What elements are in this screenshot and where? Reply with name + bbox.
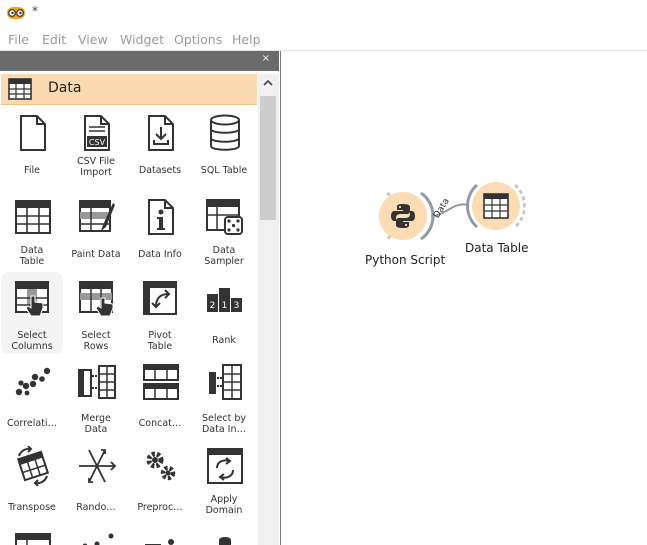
widget-preprocess[interactable]: Preproc… — [129, 440, 191, 522]
menu-edit[interactable]: Edit — [42, 32, 66, 47]
sampler-icon — [206, 199, 243, 235]
widget-sql-table[interactable]: SQL Table — [193, 107, 255, 189]
widget-label: Select by Data In… — [201, 413, 247, 435]
menu-help[interactable]: Help — [232, 32, 261, 47]
menu-widget[interactable]: Widget — [120, 32, 164, 47]
svg-text:3: 3 — [234, 301, 240, 311]
svg-text:CSV: CSV — [89, 138, 106, 147]
app-logo-icon — [7, 7, 25, 19]
python-script-node-label[interactable]: Python Script — [365, 253, 445, 267]
menu-options[interactable]: Options — [174, 32, 222, 47]
scrollbar-thumb[interactable] — [260, 96, 276, 220]
window-title: * — [32, 4, 38, 18]
widget-label: Paint Data — [71, 249, 121, 260]
transpose-icon — [16, 446, 50, 486]
widget-select-columns[interactable]: Select Columns — [1, 272, 63, 354]
widget-datasets[interactable]: Datasets — [129, 107, 191, 189]
randomize-icon — [79, 449, 117, 483]
merge-data-icon — [78, 365, 116, 399]
widget-label: CSV File Import — [76, 156, 116, 178]
widget-select-rows[interactable]: Select Rows — [65, 272, 127, 354]
dock-scrollbar[interactable] — [258, 74, 279, 545]
widget-label: SQL Table — [200, 165, 248, 176]
widget-label: Select Rows — [81, 330, 111, 352]
link-layer — [379, 182, 526, 241]
title-bar: * — [0, 0, 647, 30]
pivot-table-icon — [143, 281, 177, 315]
category-data-header[interactable]: Data — [1, 74, 257, 105]
widget-partial-scatter[interactable] — [65, 524, 127, 545]
paint-data-icon — [79, 200, 115, 232]
widget-correlations[interactable]: Correlati… — [1, 356, 63, 438]
select-rows-icon — [79, 281, 114, 317]
info-icon — [148, 199, 174, 235]
widget-file[interactable]: File — [1, 107, 63, 189]
widget-csv-file-import[interactable]: CSV CSV File Import — [65, 107, 127, 189]
python-icon — [219, 537, 231, 545]
apply-domain-icon — [207, 448, 243, 484]
widget-data-info[interactable]: Data Info — [129, 191, 191, 273]
widget-label: Data Table — [19, 245, 45, 267]
widget-select-by-data-index[interactable]: Select by Data In… — [193, 356, 255, 438]
preprocess-icon — [146, 451, 176, 481]
widget-label: Select Columns — [11, 330, 53, 352]
select-by-index-icon — [209, 364, 242, 400]
widget-data-table[interactable]: Data Table — [1, 191, 63, 273]
correlations-icon — [15, 367, 51, 396]
svg-text:1: 1 — [222, 301, 228, 311]
widget-label: Data Info — [138, 249, 182, 260]
scatter-icon — [82, 533, 114, 545]
widget-label: Transpose — [8, 502, 56, 513]
widget-label: Data Sampler — [204, 245, 244, 267]
dock-header: × — [0, 51, 279, 71]
widget-partial-edit[interactable] — [129, 524, 191, 545]
widget-apply-domain[interactable]: Apply Domain — [193, 440, 255, 522]
widget-partial-table[interactable] — [1, 524, 63, 545]
workflow-canvas[interactable]: Data Python Script Data Table — [281, 51, 647, 545]
category-label: Data — [48, 80, 82, 96]
concatenate-icon — [143, 364, 179, 400]
menu-file[interactable]: File — [8, 32, 29, 47]
dock-close-button[interactable]: × — [262, 53, 270, 64]
table-icon — [15, 533, 51, 545]
widget-data-sampler[interactable]: Data Sampler — [193, 191, 255, 273]
database-icon — [210, 114, 240, 151]
table-icon — [8, 78, 32, 100]
widget-label: Datasets — [138, 165, 182, 176]
svg-text:2: 2 — [210, 301, 216, 311]
widget-label: File — [24, 165, 40, 176]
csv-file-icon: CSV — [84, 115, 110, 151]
widget-label: Rank — [212, 335, 236, 346]
menu-bar: File Edit View Widget Options Help — [0, 30, 647, 51]
widget-label: Apply Domain — [205, 494, 243, 516]
widget-label: Merge Data — [81, 413, 111, 435]
widget-merge-data[interactable]: Merge Data — [65, 356, 127, 438]
file-icon — [20, 115, 46, 151]
select-columns-icon — [15, 281, 49, 317]
data-table-icon — [483, 193, 509, 219]
widget-pivot-table[interactable]: Pivot Table — [129, 272, 191, 354]
widget-partial-python[interactable] — [193, 524, 255, 545]
widget-label: Pivot Table — [147, 330, 173, 352]
widget-label: Preproc… — [137, 502, 183, 513]
menu-view[interactable]: View — [78, 32, 108, 47]
edit-icon — [145, 539, 174, 545]
rank-icon: 2 1 3 — [207, 288, 242, 312]
widget-concatenate[interactable]: Concat… — [129, 356, 191, 438]
chevron-up-icon[interactable] — [262, 77, 274, 89]
widget-randomize[interactable]: Rando… — [65, 440, 127, 522]
data-table-icon — [15, 200, 51, 234]
python-icon — [391, 204, 415, 228]
widget-transpose[interactable]: Transpose — [1, 440, 63, 522]
widget-paint-data[interactable]: Paint Data — [65, 191, 127, 273]
widget-label: Rando… — [76, 502, 116, 513]
widget-rank[interactable]: 2 1 3 Rank — [193, 272, 255, 354]
widget-label: Concat… — [138, 418, 182, 429]
datasets-icon — [148, 115, 174, 151]
data-table-node-label[interactable]: Data Table — [465, 241, 529, 255]
widget-dock: × Data File CSV CSV File Import Datasets… — [0, 51, 281, 545]
widget-label: Correlati… — [6, 418, 58, 429]
